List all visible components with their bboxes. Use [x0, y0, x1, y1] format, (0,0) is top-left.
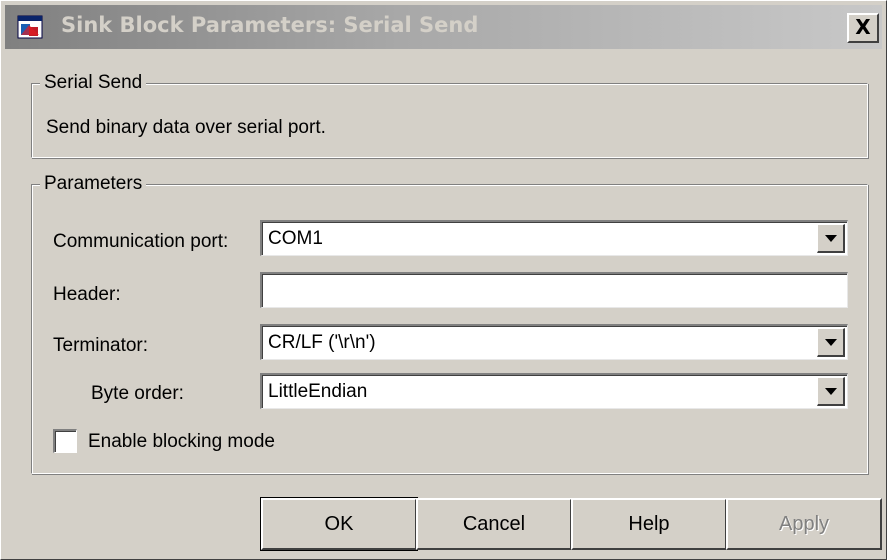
parameters-group-label: Parameters [40, 172, 147, 196]
byte-order-label: Byte order: [91, 383, 184, 404]
simulink-block-icon [17, 15, 43, 39]
terminator-value: CR/LF ('\r\n') [268, 332, 376, 353]
blocking-mode-checkbox[interactable] [53, 429, 77, 453]
terminator-label: Terminator: [53, 335, 149, 356]
description-group: Serial Send Send binary data over serial… [31, 71, 868, 158]
header-label: Header: [53, 284, 121, 305]
window-title: Sink Block Parameters: Serial Send [61, 13, 479, 37]
byte-order-dropdown-button[interactable] [817, 377, 845, 406]
communication-port-dropdown-button[interactable] [817, 224, 845, 253]
terminator-dropdown-button[interactable] [817, 328, 845, 357]
title-bar[interactable]: Sink Block Parameters: Serial Send X [5, 5, 882, 49]
chevron-down-icon [825, 339, 837, 346]
byte-order-dropdown[interactable]: LittleEndian [260, 373, 848, 409]
terminator-dropdown[interactable]: CR/LF ('\r\n') [260, 324, 848, 360]
byte-order-value: LittleEndian [268, 381, 368, 402]
communication-port-label: Communication port: [53, 231, 229, 252]
communication-port-value: COM1 [268, 228, 323, 249]
help-button[interactable]: Help [571, 498, 727, 550]
chevron-down-icon [825, 388, 837, 395]
ok-button[interactable]: OK [260, 497, 418, 551]
dialog-window: Sink Block Parameters: Serial Send X Ser… [0, 0, 887, 560]
communication-port-dropdown[interactable]: COM1 [260, 220, 848, 256]
header-input[interactable] [260, 272, 848, 308]
cancel-button[interactable]: Cancel [416, 498, 572, 550]
description-group-label: Serial Send [40, 71, 147, 95]
block-description: Send binary data over serial port. [46, 117, 326, 138]
blocking-mode-label[interactable]: Enable blocking mode [88, 430, 275, 454]
close-button[interactable]: X [847, 13, 879, 43]
apply-button: Apply [726, 498, 882, 550]
chevron-down-icon [825, 235, 837, 242]
